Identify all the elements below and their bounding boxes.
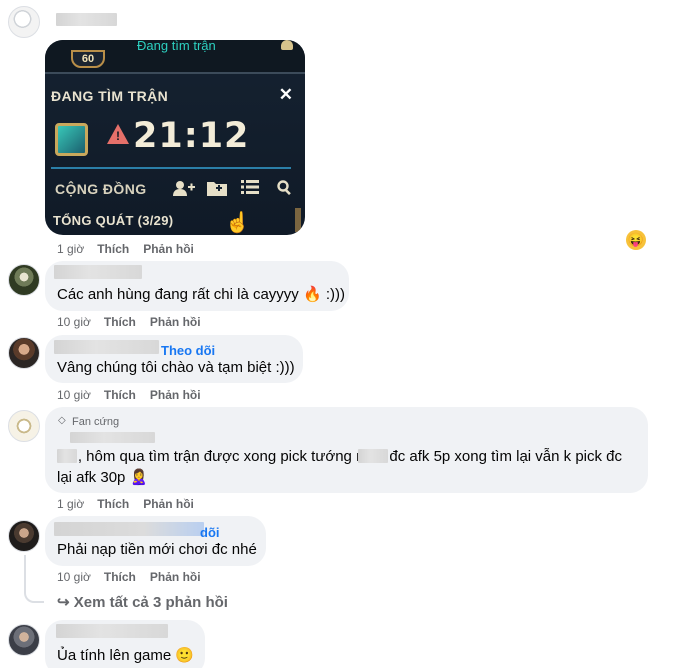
post-actions: 1 giờ Thích Phản hồi: [57, 242, 208, 256]
commenter-name-redacted: [70, 432, 155, 443]
commenter-name-redacted: [54, 522, 204, 536]
image-scrollbar: [295, 208, 301, 232]
queue-header: ĐANG TÌM TRẬN: [51, 88, 169, 104]
reply-button[interactable]: Phản hồi: [150, 570, 201, 584]
bell-icon: [281, 40, 293, 50]
comment-time[interactable]: 10 giờ: [57, 315, 91, 329]
community-label: CỘNG ĐỒNG: [55, 181, 147, 197]
like-button[interactable]: Thích: [97, 497, 129, 511]
search-icon: [277, 180, 292, 199]
comment-avatar[interactable]: [8, 520, 40, 552]
add-friend-icon: [173, 180, 195, 200]
game-topbar: 60 Đang tìm trận: [45, 40, 305, 74]
level-badge: 60: [71, 50, 105, 68]
follow-link[interactable]: dõi: [200, 525, 220, 540]
reply-button[interactable]: Phản hồi: [143, 497, 194, 511]
post-image-game-queue[interactable]: 60 Đang tìm trận ĐANG TÌM TRẬN ✕ ! 21:12…: [45, 40, 305, 235]
summary-label: TỔNG QUÁT (3/29): [53, 213, 174, 228]
comment-text: Phải nạp tiền mới chơi đc nhé: [57, 541, 257, 558]
reaction-emoji-icon[interactable]: 😝: [626, 230, 646, 250]
post-time[interactable]: 1 giờ: [57, 242, 84, 256]
comment-actions: 10 giờ Thích Phản hồi: [57, 388, 215, 402]
commenter-name-redacted: [56, 624, 168, 638]
comment-text: Ủa tính lên game 🙂: [57, 647, 195, 664]
like-button[interactable]: Thích: [104, 570, 136, 584]
hand-cursor-icon: ☝: [225, 212, 250, 234]
like-button[interactable]: Thích: [104, 315, 136, 329]
comment-actions: 1 giờ Thích Phản hồi: [57, 497, 208, 511]
text-redacted: [57, 449, 77, 463]
comment-text: Các anh hùng đang rất chi là cayyyy 🔥 :)…: [57, 286, 345, 303]
post-author-avatar[interactable]: [8, 6, 40, 38]
comment-avatar[interactable]: [8, 624, 40, 656]
list-icon: [241, 180, 259, 198]
comment-time[interactable]: 10 giờ: [57, 570, 91, 584]
comment-avatar[interactable]: [8, 410, 40, 442]
post-author-name-redacted: [56, 13, 117, 26]
reply-button[interactable]: Phản hồi: [150, 388, 201, 402]
queue-mode-icon: [55, 123, 88, 156]
commenter-name-redacted: [54, 265, 142, 279]
divider: [51, 167, 291, 169]
comment-avatar[interactable]: [8, 264, 40, 296]
close-icon: ✕: [278, 85, 293, 104]
commenter-name-redacted: [54, 340, 159, 354]
comment-actions: 10 giờ Thích Phản hồi: [57, 570, 215, 584]
comment-actions: 10 giờ Thích Phản hồi: [57, 315, 215, 329]
comment-text: Vâng chúng tôi chào và tạm biệt :))): [57, 359, 295, 376]
comment-time[interactable]: 10 giờ: [57, 388, 91, 402]
top-status-text: Đang tìm trận: [137, 40, 216, 53]
reply-button[interactable]: Phản hồi: [150, 315, 201, 329]
warning-icon-mark: !: [116, 129, 120, 143]
like-button[interactable]: Thích: [97, 242, 129, 256]
comment-text-line2: lại afk 30p 🙎‍♀️: [57, 469, 149, 486]
text-redacted: [358, 449, 388, 463]
top-fan-badge: Fan cứng: [72, 416, 120, 428]
like-button[interactable]: Thích: [104, 388, 136, 402]
see-all-replies-link[interactable]: ↪ Xem tất cả 3 phản hồi: [57, 593, 228, 611]
diamond-icon: ◇: [58, 415, 66, 426]
comment-text: hả , hôm qua tìm trận được xong pick tướ…: [57, 448, 623, 465]
reply-button[interactable]: Phản hồi: [143, 242, 194, 256]
queue-timer: 21:12: [133, 116, 250, 156]
follow-link[interactable]: Theo dõi: [161, 343, 215, 358]
comment-time[interactable]: 1 giờ: [57, 497, 84, 511]
add-folder-icon: [207, 180, 227, 200]
reply-thread-line: [24, 555, 44, 603]
comment-avatar[interactable]: [8, 337, 40, 369]
